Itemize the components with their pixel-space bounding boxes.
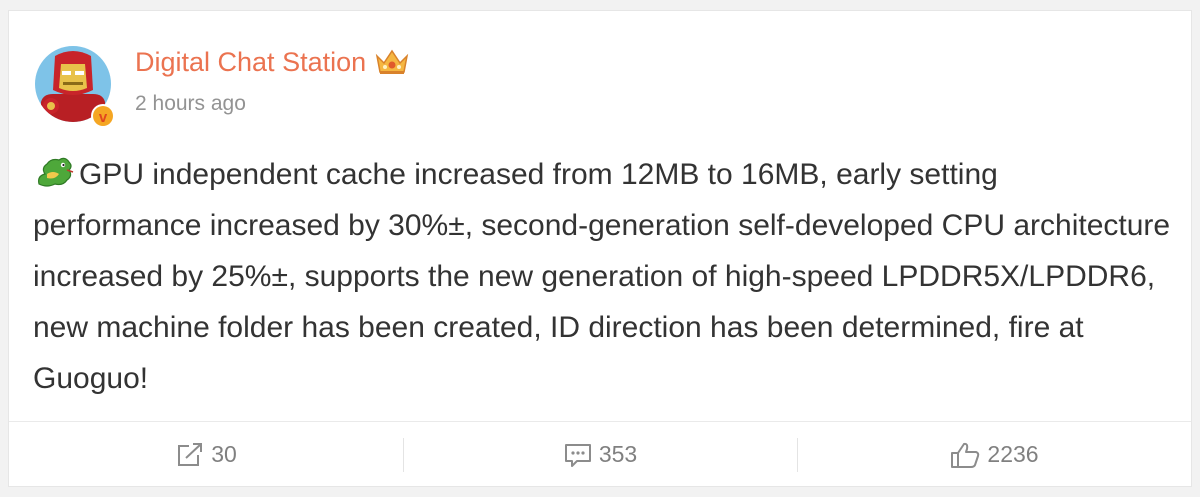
repost-count: 30 (211, 441, 237, 467)
author-line: Digital Chat Station (135, 45, 410, 79)
like-count: 2236 (987, 441, 1039, 467)
svg-text:v: v (99, 109, 108, 126)
author-name[interactable]: Digital Chat Station (135, 45, 366, 79)
like-button[interactable]: 2236 (797, 422, 1191, 487)
author-avatar[interactable]: v (33, 44, 119, 130)
thumbs-up-icon (951, 442, 980, 468)
dragon-emoji-icon (38, 157, 74, 187)
crown-icon (375, 49, 409, 74)
action-bar: 30 353 2236 (9, 421, 1191, 487)
comment-button[interactable]: 353 (403, 422, 797, 487)
post-text-block: GPU independent cache increased from 12M… (33, 149, 1173, 404)
comment-count: 353 (598, 441, 638, 467)
post-timestamp[interactable]: 2 hours ago (135, 90, 246, 118)
comment-icon (564, 443, 591, 467)
iron-man-avatar-icon: v (35, 46, 115, 128)
repost-button[interactable]: 30 (9, 422, 403, 487)
post-card: v Digital Chat Station 2 hours ago GPU i… (8, 10, 1192, 487)
repost-icon (178, 442, 203, 466)
post-text: GPU independent cache increased from 12M… (33, 158, 1171, 395)
